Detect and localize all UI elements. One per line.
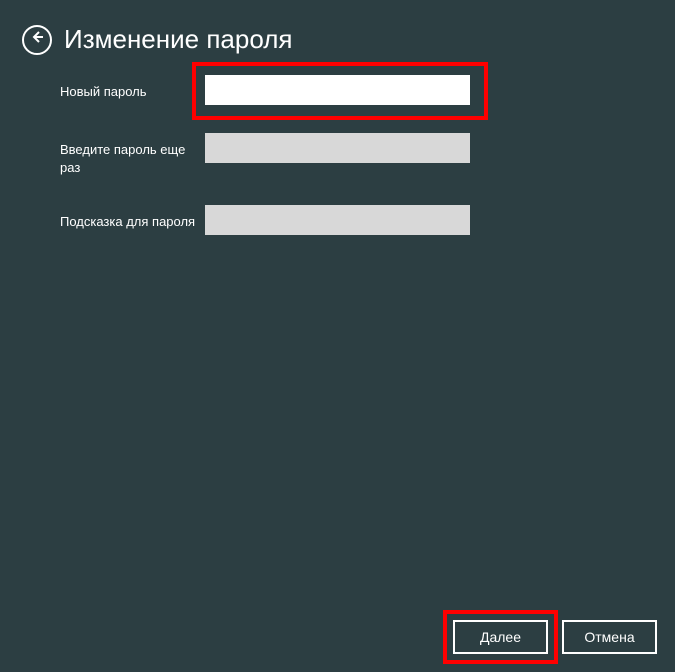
form-container: Новый пароль Введите пароль еще раз Подс… bbox=[0, 75, 675, 235]
cancel-button[interactable]: Отмена bbox=[562, 620, 657, 654]
header: Изменение пароля bbox=[0, 0, 675, 75]
btn-wrapper: Далее bbox=[453, 620, 548, 654]
form-row-new-password: Новый пароль bbox=[60, 75, 615, 105]
form-row-hint: Подсказка для пароля bbox=[60, 205, 615, 235]
form-row-confirm-password: Введите пароль еще раз bbox=[60, 133, 615, 177]
next-button[interactable]: Далее bbox=[453, 620, 548, 654]
input-wrapper bbox=[205, 205, 470, 235]
confirm-password-label: Введите пароль еще раз bbox=[60, 133, 205, 177]
input-wrapper bbox=[205, 133, 470, 163]
input-wrapper bbox=[205, 75, 470, 105]
hint-input[interactable] bbox=[205, 205, 470, 235]
footer: Далее Отмена bbox=[453, 620, 657, 654]
page-title: Изменение пароля bbox=[64, 24, 292, 55]
hint-label: Подсказка для пароля bbox=[60, 205, 205, 231]
arrow-left-icon bbox=[29, 29, 45, 50]
new-password-input[interactable] bbox=[205, 75, 470, 105]
new-password-label: Новый пароль bbox=[60, 75, 205, 101]
back-button[interactable] bbox=[22, 25, 52, 55]
confirm-password-input[interactable] bbox=[205, 133, 470, 163]
